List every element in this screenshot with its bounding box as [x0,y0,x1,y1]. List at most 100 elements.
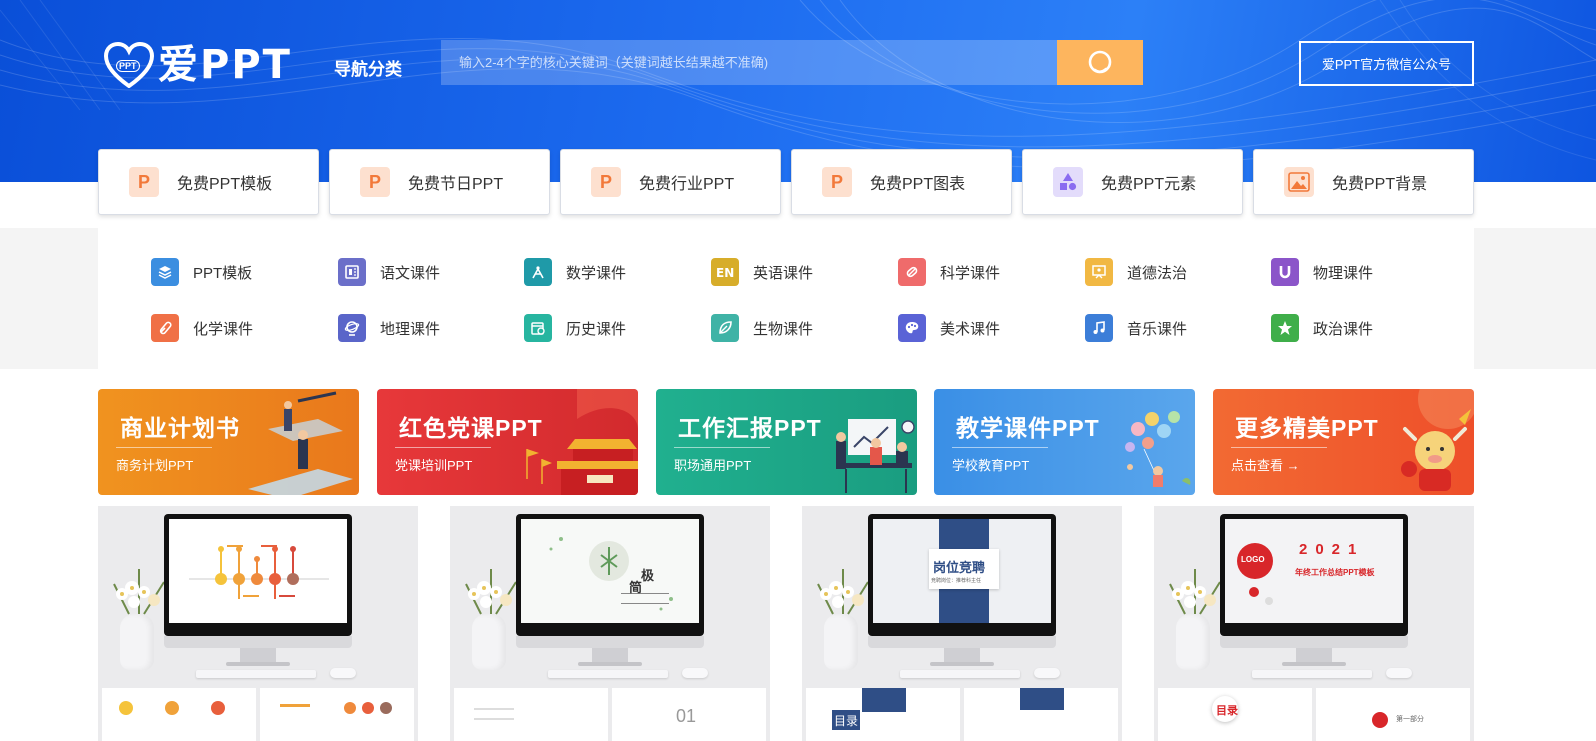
subject-ppt-templates[interactable]: PPT模板 [151,258,252,286]
mouse-decoration [330,668,356,678]
category-card-holiday-ppt[interactable]: P 免费节日PPT [329,149,550,215]
template-preview-card[interactable]: 岗位竞聘 竞聘岗位：推荐科主任 目录 [802,506,1122,741]
banner-subtitle: 点击查看 → [1231,458,1300,473]
monitor-chin [1220,636,1408,648]
banner-teaching-courseware[interactable]: 教学课件PPT 学校教育PPT [934,389,1195,495]
image-icon [1284,167,1314,197]
subject-geography[interactable]: 地理课件 [338,314,440,342]
slide-thumbnail [102,688,256,741]
monitor-chin [868,636,1056,648]
banner-work-report[interactable]: 工作汇报PPT 职场通用PPT [656,389,917,495]
banner-title: 红色党课PPT [399,415,543,441]
banner-red-party-lesson[interactable]: 红色党课PPT 党课培训PPT [377,389,638,495]
shapes-icon [1053,167,1083,197]
logo-text: 爱PPT [158,42,292,88]
banner-subtitle: 商务计划PPT [116,458,194,473]
banner-subtitle: 职场通用PPT [674,458,752,473]
search-input[interactable] [441,40,1057,85]
subject-label: 化学课件 [193,320,254,338]
subject-label: 生物课件 [753,320,814,338]
subject-art[interactable]: 美术课件 [898,314,1000,342]
leaf-icon [711,314,739,342]
category-card-label: 免费PPT图表 [870,176,966,193]
banner-divider [395,447,491,448]
slide-title-text: 岗位竞聘 [933,560,986,575]
category-card-free-ppt-templates[interactable]: P 免费PPT模板 [98,149,319,215]
keyboard-decoration [548,670,668,678]
banner-more-ppt[interactable]: 更多精美PPT 点击查看 → [1213,389,1474,495]
subject-label: 科学课件 [940,264,1001,282]
subject-chemistry[interactable]: 化学课件 [151,314,253,342]
ppt-p-icon: P [360,167,390,197]
subject-science[interactable]: 科学课件 [898,258,1000,286]
slide-thumbnails [102,688,414,741]
logo-badge-text: PPT [116,60,140,72]
subject-label: 美术课件 [940,320,1001,338]
monitor-screen: 极 简 [516,514,704,636]
search-button[interactable] [1057,40,1143,85]
subject-label: 数学课件 [566,264,627,282]
banner-title: 商业计划书 [120,415,240,441]
layers-icon [151,258,179,286]
subject-label: PPT模板 [193,264,253,282]
subject-math[interactable]: 数学课件 [524,258,626,286]
globe-icon [338,314,366,342]
slide-thumbnail: 目录 [806,688,960,741]
wechat-official-account-button[interactable]: 爱PPT官方微信公众号 [1299,41,1474,86]
vase-decoration [824,614,858,670]
subject-biology[interactable]: 生物课件 [711,314,813,342]
book-icon [338,258,366,286]
category-card-label: 免费PPT背景 [1332,176,1428,193]
slide-part-text: 第一部分 [1396,716,1424,723]
subject-morality-law[interactable]: 道德法治 [1085,258,1187,286]
slide-thumbnails: 目录 第一部分 [1158,688,1470,741]
top-category-cards: P 免费PPT模板 P 免费节日PPT P 免费行业PPT P 免费PPT图表 … [98,149,1474,215]
subject-history[interactable]: 历史课件 [524,314,626,342]
subject-label: 政治课件 [1313,320,1374,338]
slide-thumbnail: 目录 [1158,688,1312,741]
monitor-base [578,662,642,666]
nav-category-link[interactable]: 导航分类 [334,55,402,80]
vase-decoration [1176,614,1210,670]
slide-subtitle-text: 年终工作总结PPT模板 [1295,568,1375,577]
palette-icon [898,314,926,342]
banner-divider [116,447,212,448]
slide-thumbnails: 目录 [806,688,1118,741]
category-card-ppt-elements[interactable]: 免费PPT元素 [1022,149,1243,215]
category-card-label: 免费PPT模板 [177,176,273,193]
slide-logo-text: LOGO [1241,555,1265,564]
vase-decoration [120,614,154,670]
template-preview-card[interactable] [98,506,418,741]
template-preview-card[interactable]: 极 简 01 [450,506,770,741]
subject-label: 音乐课件 [1127,320,1188,338]
subject-label: 语文课件 [380,264,441,282]
category-card-label: 免费PPT元素 [1101,176,1197,193]
compass-icon [524,258,552,286]
ppt-p-icon: P [129,167,159,197]
slide-thumbnail [454,688,608,741]
banner-title: 工作汇报PPT [678,415,822,441]
vase-decoration [472,614,506,670]
category-card-industry-ppt[interactable]: P 免费行业PPT [560,149,781,215]
keyboard-decoration [900,670,1020,678]
subject-politics[interactable]: 政治课件 [1271,314,1373,342]
minimal-slide-thumbnail [549,537,673,611]
banner-divider [952,447,1048,448]
template-preview-card[interactable]: LOGO 2021 年终工作总结PPT模板 目录 第一部分 [1154,506,1474,741]
category-card-ppt-charts[interactable]: P 免费PPT图表 [791,149,1012,215]
monitor-chin [516,636,704,648]
site-logo[interactable]: PPT 爱PPT [103,41,292,89]
subject-chinese[interactable]: 语文课件 [338,258,440,286]
subject-english[interactable]: EN 英语课件 [711,258,813,286]
subject-label: 地理课件 [380,320,441,338]
banner-subtitle: 学校教育PPT [952,458,1030,473]
flask-icon [898,258,926,286]
monitor-screen [164,514,352,636]
subject-physics[interactable]: 物理课件 [1271,258,1373,286]
category-card-ppt-backgrounds[interactable]: 免费PPT背景 [1253,149,1474,215]
mouse-decoration [682,668,708,678]
banner-subtitle: 党课培训PPT [395,458,473,473]
banner-business-plan[interactable]: 商业计划书 商务计划PPT [98,389,359,495]
subject-music[interactable]: 音乐课件 [1085,314,1187,342]
star-icon [1271,314,1299,342]
